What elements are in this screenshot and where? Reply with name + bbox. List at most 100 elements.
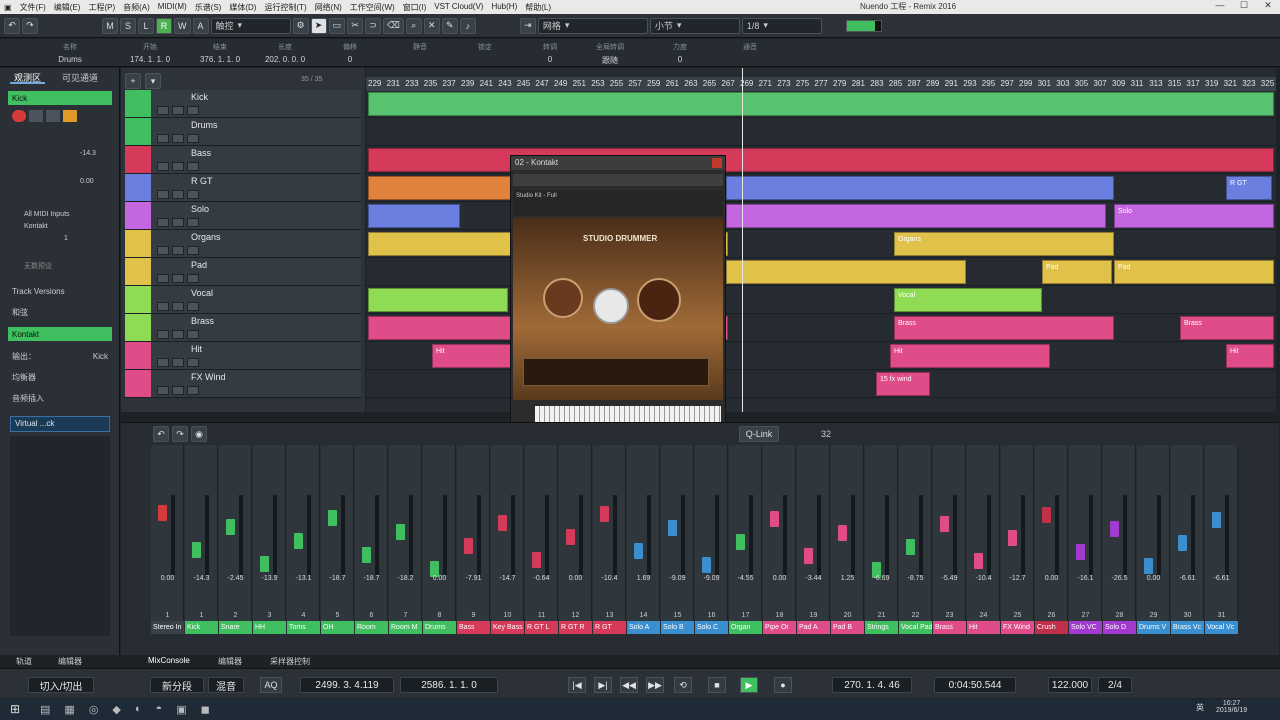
tempo-display[interactable]: 122.000 — [1048, 677, 1092, 693]
preset-field[interactable]: 无数预设 — [24, 261, 52, 271]
fader-value[interactable]: 0.00 — [423, 575, 456, 582]
track-name[interactable]: Drums — [191, 120, 218, 130]
monitor-button[interactable] — [187, 330, 199, 339]
menu-item[interactable]: 帮助(L) — [521, 2, 555, 13]
channel-name[interactable]: R GT — [593, 621, 626, 634]
track-row[interactable]: Kick — [125, 90, 361, 118]
snap-unit-select[interactable]: 小节 ▾ — [649, 17, 740, 34]
info-value[interactable]: 174. 1. 1. 0 — [120, 55, 180, 64]
channel-strip[interactable]: -14.3 1 Kick — [185, 445, 218, 634]
section-output[interactable]: 输出： Kick — [8, 349, 112, 363]
fader-value[interactable]: 0.00 — [763, 575, 796, 582]
channel-name[interactable]: Pad B — [831, 621, 864, 634]
playhead[interactable] — [742, 68, 743, 412]
fader-handle[interactable] — [294, 533, 303, 549]
fader-value[interactable]: -10.4 — [967, 575, 1000, 582]
undo-icon[interactable]: ↶ — [4, 17, 20, 34]
event-clip[interactable]: 15 fx wind — [876, 372, 930, 396]
fader-value[interactable]: -8.75 — [899, 575, 932, 582]
channel-strip[interactable]: -12.7 25 FX Wind — [1001, 445, 1034, 634]
fader-value[interactable]: -9.09 — [661, 575, 694, 582]
fader-handle[interactable] — [158, 505, 167, 521]
fader-handle[interactable] — [906, 539, 915, 555]
section-track-versions[interactable]: Track Versions — [8, 284, 112, 298]
channel-strip[interactable]: -2.45 2 Snare — [219, 445, 252, 634]
monitor-button[interactable] — [187, 274, 199, 283]
channel-strip[interactable]: -7.91 9 Bass — [457, 445, 490, 634]
app-icon[interactable]: ◆ — [112, 703, 120, 716]
fader-handle[interactable] — [736, 534, 745, 550]
draw-tool-icon[interactable]: ✎ — [441, 17, 458, 34]
fader-handle[interactable] — [328, 510, 337, 526]
fader-value[interactable]: 0.00 — [559, 575, 592, 582]
channel-strip[interactable]: -0.64 11 R GT L — [525, 445, 558, 634]
channel-strip[interactable]: -10.4 24 Hit — [967, 445, 1000, 634]
file-explorer-icon[interactable]: ▤ — [40, 703, 50, 716]
channel-name[interactable]: Room — [355, 621, 388, 634]
channel-name[interactable]: Solo A — [627, 621, 660, 634]
channel-name[interactable]: Brass — [933, 621, 966, 634]
midi-channel[interactable]: 1 — [64, 235, 68, 242]
add-track-icon[interactable]: + — [125, 73, 141, 89]
range-tool-icon[interactable]: ▭ — [328, 17, 346, 34]
tab-visibility[interactable]: 可见通道 — [58, 70, 102, 84]
wechat-icon[interactable]: ◓ — [156, 703, 163, 716]
monitor-button[interactable] — [187, 386, 199, 395]
channel-strip[interactable]: -10.4 13 R GT — [593, 445, 626, 634]
channel-name[interactable]: Toms — [287, 621, 320, 634]
fader-handle[interactable] — [770, 511, 779, 527]
channel-name[interactable]: Crush — [1035, 621, 1068, 634]
solo-button[interactable] — [172, 162, 184, 171]
channel-strip[interactable]: -16.1 27 Solo VC — [1069, 445, 1102, 634]
fader-value[interactable]: -14.7 — [491, 575, 524, 582]
event-clip[interactable]: Hit — [890, 344, 1050, 368]
grid-type-select[interactable]: 网格 ▾ — [537, 17, 648, 34]
kontakt-window[interactable]: 02 - Kontakt Studio Kit - Full STUDIO DR… — [510, 155, 726, 431]
channel-strip[interactable]: -18.7 6 Room — [355, 445, 388, 634]
close-icon[interactable] — [712, 158, 722, 168]
channel-name[interactable]: Solo C — [695, 621, 728, 634]
erase-tool-icon[interactable]: ⌫ — [383, 17, 404, 34]
fader-handle[interactable] — [600, 506, 609, 522]
solo-button[interactable] — [172, 274, 184, 283]
aq-button[interactable]: AQ — [260, 677, 282, 693]
channel-strip[interactable]: -18.7 5 OH — [321, 445, 354, 634]
mute-button[interactable] — [157, 106, 169, 115]
event-clip[interactable]: Solo — [1114, 204, 1274, 228]
go-to-start-icon[interactable]: |◀ — [568, 677, 586, 693]
monitor-button[interactable] — [187, 134, 199, 143]
fader-value[interactable]: -6.61 — [1205, 575, 1238, 582]
fader-value[interactable]: -9.09 — [695, 575, 728, 582]
fader-handle[interactable] — [464, 538, 473, 554]
fader-handle[interactable] — [838, 525, 847, 541]
mute-button[interactable] — [157, 190, 169, 199]
channel-name[interactable]: Drums V — [1137, 621, 1170, 634]
mute-tool-icon[interactable]: ✕ — [423, 17, 440, 34]
qlink-button[interactable]: Q-Link — [739, 426, 779, 442]
solo-button[interactable] — [172, 218, 184, 227]
mute-button[interactable] — [157, 386, 169, 395]
channel-name[interactable]: OH — [321, 621, 354, 634]
channel-strip[interactable]: -8.75 22 Vocal Pad — [899, 445, 932, 634]
fader-handle[interactable] — [804, 548, 813, 564]
channel-name[interactable]: FX Wind — [1001, 621, 1034, 634]
channel-name[interactable]: Organ — [729, 621, 762, 634]
fader-handle[interactable] — [396, 524, 405, 540]
channel-strip[interactable]: -6.69 21 Strings — [865, 445, 898, 634]
track-name[interactable]: Solo — [191, 204, 209, 214]
channel-name[interactable]: Pad A — [797, 621, 830, 634]
tab-tracks[interactable]: 轨道 — [16, 656, 32, 667]
fader-value[interactable]: 0.00 — [1035, 575, 1068, 582]
fader-handle[interactable] — [566, 529, 575, 545]
info-value[interactable]: Drums — [40, 55, 100, 64]
channel-name[interactable]: Drums — [423, 621, 456, 634]
inspector-track-name[interactable]: Kick — [8, 91, 112, 105]
event-clip[interactable] — [368, 288, 508, 312]
section-chords[interactable]: 和弦 — [8, 305, 112, 319]
channel-name[interactable]: Stereo In — [151, 621, 184, 634]
mute-button[interactable] — [157, 162, 169, 171]
channel-name[interactable]: Solo B — [661, 621, 694, 634]
mute-button[interactable] — [157, 218, 169, 227]
tab-editor[interactable]: 编辑器 — [218, 656, 242, 667]
play-icon[interactable]: ▶ — [740, 677, 758, 693]
